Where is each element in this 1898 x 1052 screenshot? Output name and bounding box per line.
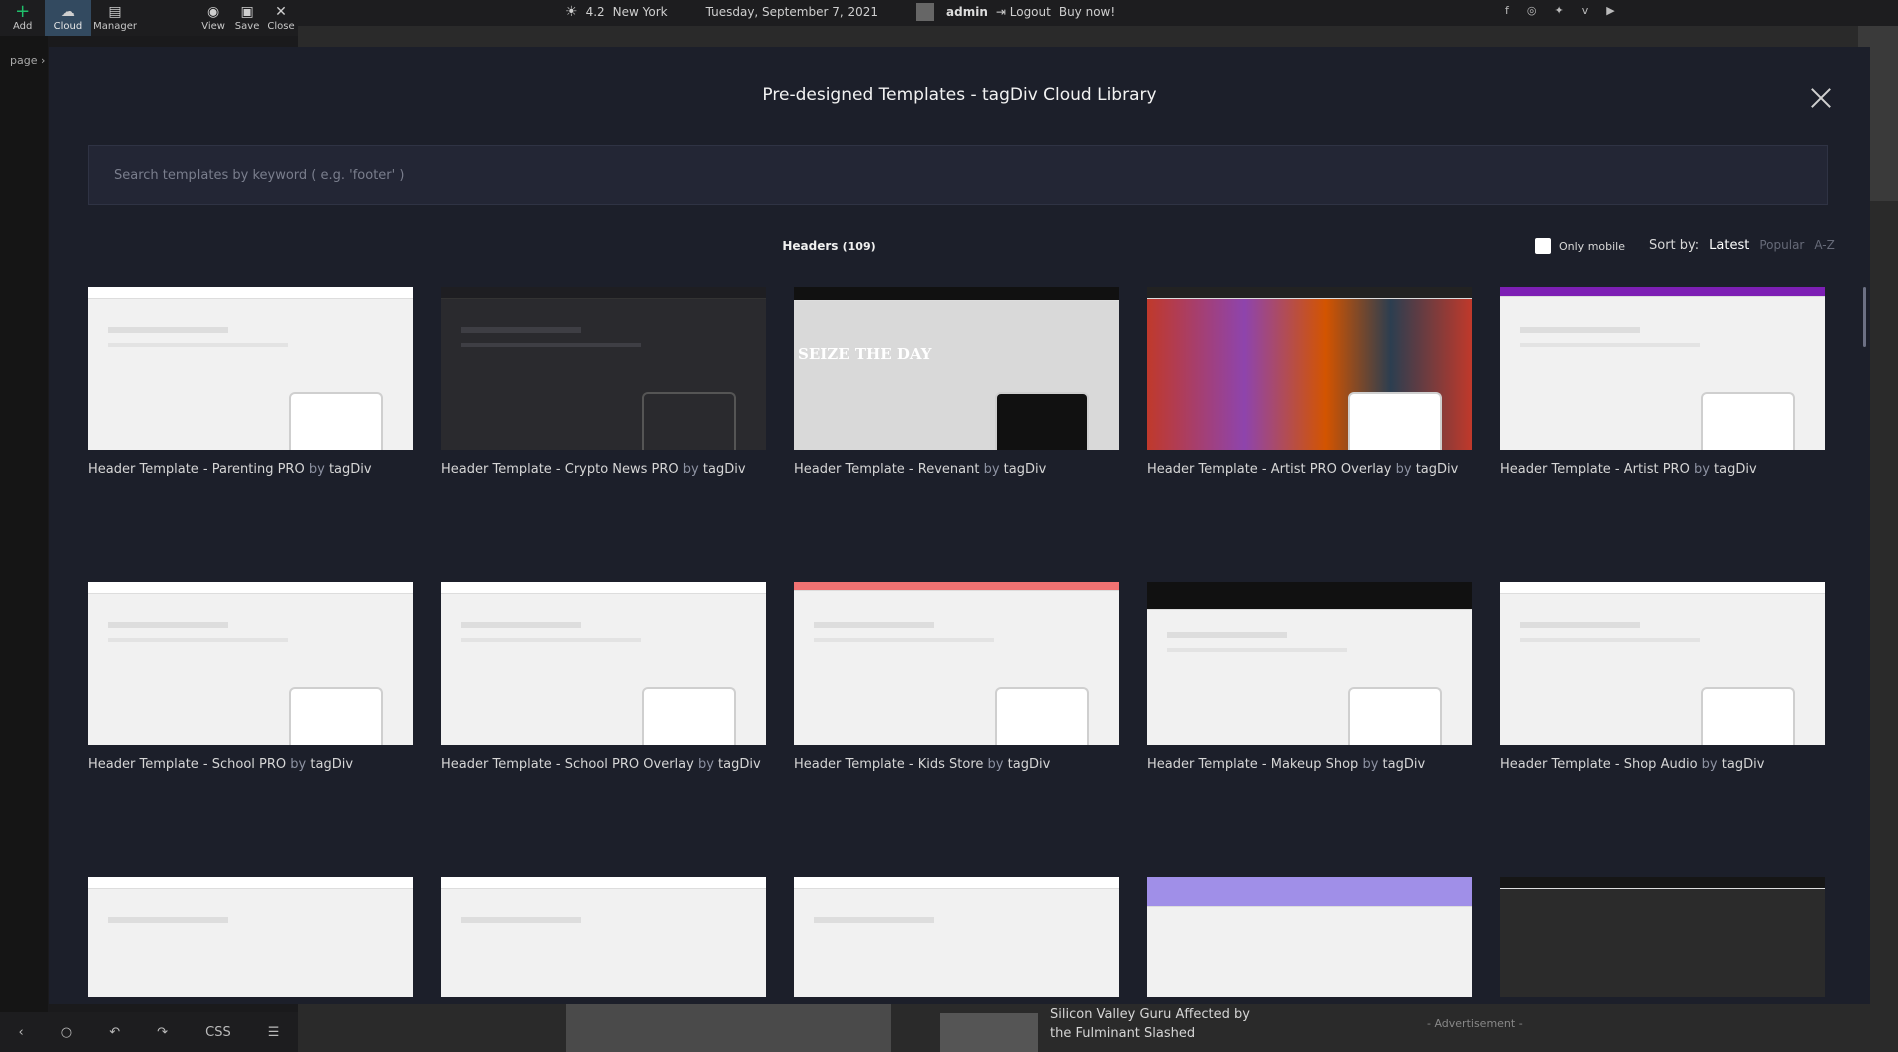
template-thumbnail[interactable] (88, 287, 413, 450)
css-button[interactable]: CSS (205, 1025, 231, 1040)
template-thumbnail[interactable] (794, 582, 1119, 745)
bottom-bar: ‹ ○ ↶ ↷ CSS ☰ (0, 1012, 298, 1052)
menu-icon[interactable]: ☰ (268, 1025, 280, 1040)
category-title: Headers (109) (782, 239, 876, 253)
user-name[interactable]: admin (946, 5, 988, 19)
vimeo-icon[interactable]: v (1582, 4, 1589, 17)
plus-icon: + (15, 0, 31, 22)
sort-label: Sort by: (1649, 238, 1700, 253)
template-card[interactable]: Header Template - Makeup Shop by tagDiv (1147, 582, 1472, 772)
template-card[interactable] (88, 877, 413, 997)
template-label: Header Template - School PRO by tagDiv (88, 757, 354, 772)
template-card[interactable]: Header Template - Parenting PRO by tagDi… (88, 287, 413, 477)
template-card[interactable]: Header Template - School PRO by tagDiv (88, 582, 413, 772)
modal-title: Pre-designed Templates - tagDiv Cloud Li… (762, 85, 1157, 105)
editor-toolbar: + Add ☁ Cloud ▤ Manager ◉ View ▣ Save ✕ Close (0, 0, 298, 36)
template-label: Header Template - School PRO Overlay by … (441, 757, 761, 772)
save-icon: ▣ (240, 3, 254, 20)
template-thumbnail[interactable] (88, 877, 413, 997)
social-icons: f ◎ ✦ v ▶ (1505, 4, 1615, 17)
logout-link[interactable]: ⇥ Logout (996, 5, 1051, 19)
template-card[interactable]: Header Template - School PRO Overlay by … (441, 582, 766, 772)
checkbox[interactable] (1535, 238, 1551, 254)
category-count: (109) (842, 240, 876, 253)
close-icon: ✕ (275, 3, 287, 20)
cloud-button[interactable]: ☁ Cloud (45, 0, 91, 36)
template-thumbnail[interactable] (794, 877, 1119, 997)
view-button[interactable]: ◉ View (196, 0, 230, 36)
only-mobile-toggle[interactable]: Only mobile (1535, 238, 1625, 254)
template-label: Header Template - Artist PRO Overlay by … (1147, 462, 1459, 477)
top-info: ☀ 4.2 New York Tuesday, September 7, 202… (565, 3, 1115, 21)
scrollbar[interactable] (1863, 287, 1866, 347)
template-card[interactable] (1500, 877, 1825, 997)
template-card[interactable] (441, 877, 766, 997)
background-image (566, 1003, 891, 1052)
date: Tuesday, September 7, 2021 (705, 5, 879, 19)
breadcrumb[interactable]: page › (10, 54, 45, 67)
template-thumbnail[interactable] (1147, 582, 1472, 745)
template-label: Header Template - Kids Store by tagDiv (794, 757, 1051, 772)
template-thumbnail[interactable] (441, 877, 766, 997)
twitter-icon[interactable]: ✦ (1554, 4, 1563, 17)
background-ad-label: - Advertisement - (1427, 1017, 1523, 1030)
sort-popular[interactable]: Popular (1759, 238, 1804, 252)
instagram-icon[interactable]: ◎ (1527, 4, 1537, 17)
template-card[interactable] (1147, 877, 1472, 997)
template-card[interactable]: Header Template - Artist PRO by tagDiv (1500, 287, 1825, 477)
template-label: Header Template - Makeup Shop by tagDiv (1147, 757, 1426, 772)
search-input[interactable] (88, 145, 1828, 205)
left-panel: page › (0, 36, 48, 1052)
template-thumbnail[interactable] (441, 287, 766, 450)
redo-icon[interactable]: ↷ (157, 1025, 168, 1040)
template-label: Header Template - Shop Audio by tagDiv (1500, 757, 1765, 772)
template-card[interactable]: Header Template - Shop Audio by tagDiv (1500, 582, 1825, 772)
sun-icon: ☀ (565, 4, 578, 20)
template-card[interactable]: Header Template - Artist PRO Overlay by … (1147, 287, 1472, 477)
cloud-icon: ☁ (60, 3, 75, 20)
template-card[interactable] (794, 877, 1119, 997)
cloud-library-modal: Pre-designed Templates - tagDiv Cloud Li… (49, 47, 1870, 1004)
avatar (916, 3, 935, 21)
modal-close-icon[interactable] (1810, 87, 1832, 109)
sort-by: Sort by: Latest Popular A-Z (1649, 238, 1835, 253)
city: New York (612, 5, 668, 19)
circle-icon[interactable]: ○ (61, 1025, 72, 1040)
template-card[interactable]: SEIZE THE DAY Header Template - Revenant… (794, 287, 1119, 477)
template-grid: Header Template - Parenting PRO by tagDi… (88, 287, 1838, 997)
manager-icon: ▤ (108, 3, 122, 20)
template-thumbnail[interactable] (441, 582, 766, 745)
buy-now-link[interactable]: Buy now! (1059, 5, 1115, 19)
template-label: Header Template - Parenting PRO by tagDi… (88, 462, 372, 477)
template-thumbnail[interactable]: SEIZE THE DAY (794, 287, 1119, 450)
template-thumbnail[interactable] (1500, 582, 1825, 745)
template-label: Header Template - Revenant by tagDiv (794, 462, 1047, 477)
youtube-icon[interactable]: ▶ (1606, 4, 1614, 17)
template-thumbnail[interactable] (1147, 877, 1472, 997)
manager-button[interactable]: ▤ Manager (91, 0, 140, 36)
undo-icon[interactable]: ↶ (109, 1025, 120, 1040)
close-button[interactable]: ✕ Close (264, 0, 298, 36)
template-thumbnail[interactable] (88, 582, 413, 745)
template-card[interactable]: Header Template - Kids Store by tagDiv (794, 582, 1119, 772)
facebook-icon[interactable]: f (1505, 4, 1509, 17)
template-thumbnail[interactable] (1147, 287, 1472, 450)
add-button[interactable]: + Add (0, 0, 45, 36)
background-article-title: Silicon Valley Guru Affected by the Fulm… (1050, 1007, 1250, 1041)
chevron-left-icon[interactable]: ‹ (19, 1025, 24, 1040)
temperature: 4.2 (585, 5, 605, 19)
sort-az[interactable]: A-Z (1814, 238, 1835, 252)
template-thumbnail[interactable] (1500, 287, 1825, 450)
eye-icon: ◉ (207, 3, 220, 20)
save-button[interactable]: ▣ Save (230, 0, 264, 36)
background-article-thumb (940, 1013, 1038, 1052)
sort-latest[interactable]: Latest (1709, 238, 1749, 253)
template-label: Header Template - Crypto News PRO by tag… (441, 462, 746, 477)
template-card[interactable]: Header Template - Crypto News PRO by tag… (441, 287, 766, 477)
template-thumbnail[interactable] (1500, 877, 1825, 997)
template-label: Header Template - Artist PRO by tagDiv (1500, 462, 1757, 477)
